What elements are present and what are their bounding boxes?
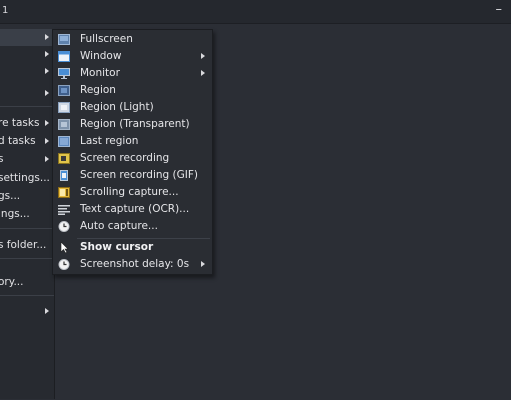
region-icon xyxy=(58,85,70,96)
menu-item-region[interactable]: Region xyxy=(53,82,212,99)
menu-item-last-region[interactable]: Last region xyxy=(53,133,212,150)
menu-separator xyxy=(0,258,54,259)
main-menu-item-settings-2[interactable]: gs... xyxy=(0,188,54,205)
menu-item-label: Region (Light) xyxy=(80,101,154,113)
menu-item-show-cursor[interactable]: Show cursor xyxy=(53,239,212,256)
menu-item-label: Last region xyxy=(80,135,139,147)
main-menu-item[interactable] xyxy=(0,46,54,63)
menu-item-auto-capture[interactable]: Auto capture... xyxy=(53,218,212,235)
chevron-right-icon xyxy=(45,90,49,96)
region-transparent-icon xyxy=(58,119,70,130)
main-menu-item-label: settings... xyxy=(0,172,50,184)
menu-item-screen-recording-gif[interactable]: Screen recording (GIF) xyxy=(53,167,212,184)
menu-item-label: Scrolling capture... xyxy=(80,186,179,198)
main-menu-item-history[interactable]: ory... xyxy=(0,274,54,291)
main-menu-item-folder[interactable]: s folder... xyxy=(0,237,54,254)
ocr-icon xyxy=(58,204,70,215)
menu-item-label: Monitor xyxy=(80,67,120,79)
clock-icon xyxy=(58,221,70,232)
last-region-icon xyxy=(58,136,70,147)
menu-item-label: Screenshot delay: 0s xyxy=(80,258,190,270)
main-menu-item-label: gs... xyxy=(0,190,21,202)
screen-recording-icon xyxy=(58,153,70,164)
scrolling-capture-icon xyxy=(58,187,70,198)
menu-separator xyxy=(0,228,54,229)
chevron-right-icon xyxy=(201,70,205,76)
chevron-right-icon xyxy=(45,138,49,144)
main-menu-item-label: re tasks xyxy=(0,117,40,129)
menu-item-text-capture[interactable]: Text capture (OCR)... xyxy=(53,201,212,218)
chevron-right-icon xyxy=(201,261,205,267)
menu-item-label: Fullscreen xyxy=(80,33,133,45)
menu-item-label: Screen recording xyxy=(80,152,170,164)
main-menu-item[interactable] xyxy=(0,63,54,80)
chevron-right-icon xyxy=(45,68,49,74)
chevron-right-icon xyxy=(201,53,205,59)
menu-item-label: Region xyxy=(80,84,116,96)
main-menu-item-label: s xyxy=(0,153,3,165)
menu-item-scrolling-capture[interactable]: Scrolling capture... xyxy=(53,184,212,201)
fullscreen-icon xyxy=(58,34,70,45)
menu-item-region-transparent[interactable]: Region (Transparent) xyxy=(53,116,212,133)
chevron-right-icon xyxy=(45,120,49,126)
capture-submenu: Fullscreen Window Monitor Region Region … xyxy=(52,29,213,275)
menu-item-label: Region (Transparent) xyxy=(80,118,190,130)
chevron-right-icon xyxy=(45,156,49,162)
minimize-button[interactable]: – xyxy=(496,2,503,18)
clock-icon xyxy=(58,259,70,270)
menu-item-screen-recording[interactable]: Screen recording xyxy=(53,150,212,167)
main-menu-item[interactable] xyxy=(0,303,54,320)
chevron-right-icon xyxy=(45,51,49,57)
gif-recording-icon xyxy=(58,170,70,181)
main-menu-item-label: ings... xyxy=(0,208,30,220)
menu-item-label: Window xyxy=(80,50,122,62)
window-icon xyxy=(58,51,70,62)
main-menu: re tasks d tasks s settings... gs... ing… xyxy=(0,29,55,399)
chevron-right-icon xyxy=(45,308,49,314)
monitor-icon xyxy=(58,68,70,79)
title-bar: 1 – xyxy=(0,0,511,24)
menu-item-label: Show cursor xyxy=(80,241,154,253)
window-title: 1 xyxy=(2,5,9,16)
menu-separator xyxy=(0,106,54,107)
main-menu-item-settings[interactable]: settings... xyxy=(0,170,54,187)
cursor-icon xyxy=(58,242,70,253)
region-light-icon xyxy=(58,102,70,113)
menu-item-region-light[interactable]: Region (Light) xyxy=(53,99,212,116)
main-menu-item-tools[interactable]: s xyxy=(0,151,54,168)
menu-separator xyxy=(0,295,54,296)
main-menu-item-settings-3[interactable]: ings... xyxy=(0,206,54,223)
main-menu-item-label: d tasks xyxy=(0,135,36,147)
main-menu-item-upload-tasks[interactable]: d tasks xyxy=(0,133,54,150)
main-menu-item[interactable] xyxy=(0,85,54,102)
main-menu-item-label: ory... xyxy=(0,276,24,288)
chevron-right-icon xyxy=(45,34,49,40)
menu-item-window[interactable]: Window xyxy=(53,48,212,65)
menu-item-monitor[interactable]: Monitor xyxy=(53,65,212,82)
main-menu-item-label: s folder... xyxy=(0,239,47,251)
main-menu-item-capture[interactable] xyxy=(0,29,54,46)
menu-item-fullscreen[interactable]: Fullscreen xyxy=(53,31,212,48)
menu-item-label: Screen recording (GIF) xyxy=(80,169,199,181)
menu-item-label: Auto capture... xyxy=(80,220,158,232)
menu-item-screenshot-delay[interactable]: Screenshot delay: 0s xyxy=(53,256,212,273)
menu-item-label: Text capture (OCR)... xyxy=(80,203,190,215)
main-menu-item-capture-tasks[interactable]: re tasks xyxy=(0,115,54,132)
